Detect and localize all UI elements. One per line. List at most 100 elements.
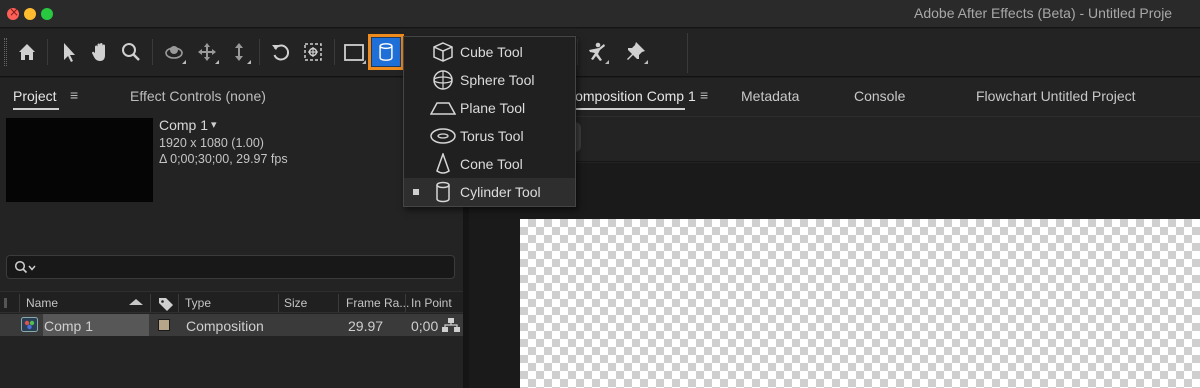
submenu-indicator bbox=[644, 60, 648, 64]
table-row[interactable]: Comp 1 Composition 29.97 0;00 bbox=[0, 314, 463, 336]
column-handle-icon bbox=[4, 298, 7, 308]
toolbar-separator bbox=[152, 39, 153, 65]
column-divider bbox=[278, 294, 279, 312]
label-tag-icon[interactable] bbox=[158, 297, 174, 311]
rotate-icon bbox=[272, 44, 290, 61]
menu-item-cylinder-tool[interactable]: Cylinder Tool bbox=[404, 178, 575, 206]
active-tab-indicator bbox=[13, 108, 59, 110]
cylinder-tool-button[interactable] bbox=[368, 34, 404, 70]
column-divider bbox=[19, 294, 20, 312]
hand-icon bbox=[92, 43, 105, 61]
cylinder-icon bbox=[436, 181, 450, 203]
toolbar-separator bbox=[47, 39, 48, 65]
submenu-indicator bbox=[362, 60, 366, 64]
panel-menu-button[interactable]: ≡ bbox=[700, 87, 708, 103]
zoom-tool-button[interactable] bbox=[118, 37, 144, 67]
toolbar-separator bbox=[687, 33, 688, 73]
tools-toolbar bbox=[0, 29, 1200, 77]
menu-item-label: Plane Tool bbox=[460, 100, 526, 116]
project-column-header: Name Type Size Frame Ra... In Point bbox=[0, 291, 463, 313]
home-icon bbox=[19, 44, 35, 60]
close-window-button[interactable] bbox=[7, 5, 19, 20]
search-icon bbox=[14, 260, 36, 274]
menu-item-cone-tool[interactable]: Cone Tool bbox=[404, 150, 575, 178]
pin-tool-button[interactable] bbox=[623, 37, 649, 67]
selection-arrow-icon bbox=[64, 43, 75, 62]
submenu-indicator bbox=[215, 60, 219, 64]
cylinder-tool-active-bg bbox=[372, 38, 400, 66]
composition-navigator-bar bbox=[469, 116, 1200, 162]
menu-item-label: Cube Tool bbox=[460, 44, 523, 60]
active-tab-indicator bbox=[565, 108, 685, 110]
column-name[interactable]: Name bbox=[26, 296, 58, 310]
maximize-window-button[interactable] bbox=[41, 8, 53, 20]
minimize-window-button[interactable] bbox=[24, 8, 36, 20]
menu-item-torus-tool[interactable]: Torus Tool bbox=[404, 122, 575, 150]
menu-item-label: Sphere Tool bbox=[460, 72, 535, 88]
row-in-point: 0;00 bbox=[411, 318, 439, 334]
column-size[interactable]: Size bbox=[284, 296, 307, 310]
anchor-point-tool-button[interactable] bbox=[300, 37, 326, 67]
project-search-input[interactable] bbox=[6, 255, 455, 279]
menu-item-cube-tool[interactable]: Cube Tool bbox=[404, 38, 575, 66]
orbit-tool-button[interactable] bbox=[161, 37, 187, 67]
rectangle-tool-button[interactable] bbox=[341, 37, 367, 67]
comp-resolution: 1920 x 1080 (1.00) bbox=[159, 136, 264, 150]
sort-ascending-icon[interactable] bbox=[129, 299, 143, 305]
submenu-indicator bbox=[605, 60, 609, 64]
column-in-point[interactable]: In Point bbox=[411, 296, 452, 310]
column-frame-rate[interactable]: Frame Ra... bbox=[346, 296, 409, 310]
sphere-icon bbox=[433, 70, 453, 90]
dolly-tool-button[interactable] bbox=[226, 37, 252, 67]
tab-metadata[interactable]: Metadata bbox=[741, 88, 799, 104]
puppet-tool-button[interactable] bbox=[584, 37, 610, 67]
submenu-indicator bbox=[247, 60, 251, 64]
pan-tool-button[interactable] bbox=[194, 37, 220, 67]
cube-icon bbox=[433, 42, 453, 62]
torus-icon bbox=[430, 128, 456, 144]
title-bar: Adobe After Effects (Beta) - Untitled Pr… bbox=[0, 0, 1200, 28]
menu-item-label: Torus Tool bbox=[460, 128, 524, 144]
toolbar-separator bbox=[259, 39, 260, 65]
selected-indicator bbox=[413, 189, 419, 195]
column-divider bbox=[338, 294, 339, 312]
menu-item-label: Cone Tool bbox=[460, 156, 523, 172]
rotate-tool-button[interactable] bbox=[268, 37, 294, 67]
row-frame-rate: 29.97 bbox=[348, 318, 384, 334]
row-type: Composition bbox=[186, 318, 264, 334]
toolbar-separator bbox=[334, 39, 335, 65]
toolbar-separator bbox=[577, 39, 578, 65]
column-divider bbox=[150, 294, 151, 312]
transparency-grid bbox=[520, 219, 1200, 388]
panel-menu-button[interactable]: ≡ bbox=[70, 87, 78, 103]
comp-usage-dropdown[interactable]: ▾ bbox=[211, 118, 217, 131]
project-panel: Project ≡ Effect Controls (none) Comp 1 … bbox=[0, 78, 463, 388]
tab-flowchart[interactable]: Flowchart Untitled Project bbox=[976, 88, 1136, 104]
row-name: Comp 1 bbox=[44, 318, 94, 334]
tab-effect-controls[interactable]: Effect Controls (none) bbox=[130, 88, 266, 104]
anchor-icon bbox=[304, 43, 322, 61]
composition-panel: Composition Comp 1 ≡ Metadata Console Fl… bbox=[469, 78, 1200, 388]
selection-tool-button[interactable] bbox=[56, 37, 82, 67]
tab-project[interactable]: Project bbox=[13, 88, 57, 104]
home-button[interactable] bbox=[14, 37, 40, 67]
tab-console[interactable]: Console bbox=[854, 88, 905, 104]
column-divider bbox=[178, 294, 179, 312]
hand-tool-button[interactable] bbox=[87, 37, 113, 67]
tab-composition[interactable]: Composition Comp 1 bbox=[565, 88, 696, 104]
toolbar-grip-handle[interactable] bbox=[4, 38, 7, 66]
column-divider bbox=[405, 294, 406, 312]
label-color-swatch[interactable] bbox=[158, 319, 170, 331]
column-type[interactable]: Type bbox=[185, 296, 211, 310]
cylinder-icon bbox=[379, 43, 393, 61]
plane-icon bbox=[430, 102, 456, 115]
shape-tool-menu: Cube Tool Sphere Tool Plane Tool Torus T… bbox=[403, 36, 576, 207]
comp-duration: Δ 0;00;30;00, 29.97 fps bbox=[159, 152, 288, 166]
flowchart-icon[interactable] bbox=[442, 318, 460, 332]
menu-item-plane-tool[interactable]: Plane Tool bbox=[404, 94, 575, 122]
window-title: Adobe After Effects (Beta) - Untitled Pr… bbox=[914, 5, 1173, 21]
composition-icon bbox=[21, 317, 38, 332]
cone-icon bbox=[436, 153, 450, 174]
menu-item-sphere-tool[interactable]: Sphere Tool bbox=[404, 66, 575, 94]
submenu-indicator bbox=[182, 60, 186, 64]
